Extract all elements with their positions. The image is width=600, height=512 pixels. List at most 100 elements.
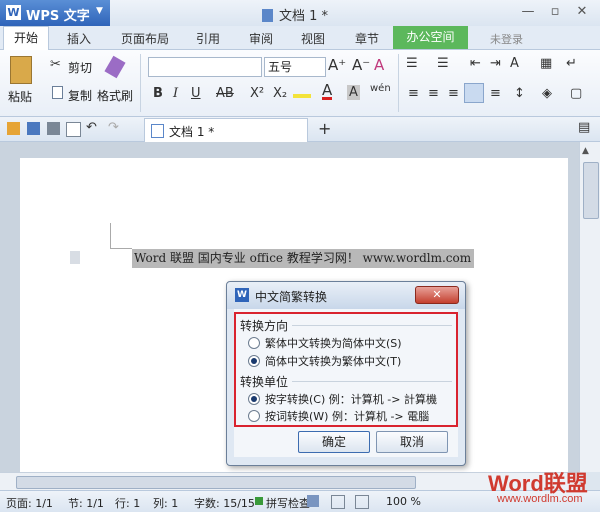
radio-convert-by-word[interactable] xyxy=(248,410,260,422)
dialog-title-bar: W 中文简繁转换 ✕ xyxy=(227,282,465,309)
bullets-icon[interactable]: ☰ xyxy=(406,56,418,71)
highlight-icon[interactable] xyxy=(293,94,311,98)
separator xyxy=(292,381,452,382)
borders-icon[interactable]: ▢ xyxy=(570,86,582,101)
horizontal-scroll-thumb[interactable] xyxy=(16,476,416,489)
line-spacing-icon[interactable]: ↕ xyxy=(514,86,525,101)
paste-button[interactable]: 粘贴 xyxy=(8,88,32,105)
copy-button[interactable]: 复制 xyxy=(68,87,92,104)
chinese-conversion-dialog: W 中文简繁转换 ✕ 转换方向 繁体中文转换为简体中文(S) 简体中文转换为繁体… xyxy=(226,281,466,466)
radio-simplified-to-traditional[interactable] xyxy=(248,355,260,367)
grow-font-icon[interactable]: A⁺ xyxy=(328,56,346,74)
ribbon: 粘贴 ✂ 剪切 复制 格式刷 五号 A⁺ A⁻ A B I U AB X² X₂… xyxy=(0,50,600,117)
bold-button[interactable]: B xyxy=(153,86,163,101)
save-icon[interactable] xyxy=(27,122,40,135)
watermark-url: www.wordlm.com xyxy=(497,493,583,505)
document-tab-label: 文档 1 * xyxy=(169,125,215,139)
scissors-icon: ✂ xyxy=(50,57,61,72)
window-title-text: 文档 1 * xyxy=(279,9,329,24)
strikethrough-button[interactable]: AB xyxy=(216,86,234,101)
tab-sections[interactable]: 章节 xyxy=(355,30,379,47)
cancel-button[interactable]: 取消 xyxy=(376,431,448,453)
window-title: 文档 1 * xyxy=(262,5,328,24)
align-center-icon[interactable]: ≡ xyxy=(428,86,439,101)
chinese-layout-icon[interactable]: ▦ xyxy=(540,56,552,71)
char-shading-icon[interactable]: A xyxy=(347,85,360,100)
numbering-icon[interactable]: ☰ xyxy=(437,56,449,71)
option-traditional-to-simplified[interactable]: 繁体中文转换为简体中文(S) xyxy=(265,335,402,351)
page-view-icon[interactable] xyxy=(307,495,319,507)
align-right-icon[interactable]: ≡ xyxy=(448,86,459,101)
option-convert-by-word[interactable]: 按词转换(W) 例：计算机 -> 電腦 xyxy=(265,408,429,424)
scroll-thumb[interactable] xyxy=(583,162,599,219)
distributed-icon[interactable]: ≡ xyxy=(490,86,501,101)
ok-button[interactable]: 确定 xyxy=(298,431,370,453)
app-name: WPS 文字 xyxy=(26,9,90,24)
shrink-font-icon[interactable]: A⁻ xyxy=(352,56,370,74)
spell-check-status[interactable]: 拼写检查 xyxy=(266,495,310,511)
tab-insert[interactable]: 插入 xyxy=(67,30,91,47)
option-simplified-to-traditional[interactable]: 简体中文转换为繁体中文(T) xyxy=(265,353,401,369)
chevron-down-icon: ▼ xyxy=(96,6,103,16)
tab-options-icon[interactable]: ▤ xyxy=(578,120,590,135)
scroll-up-icon[interactable]: ▲ xyxy=(582,146,589,156)
show-marks-icon[interactable]: ↵ xyxy=(566,56,577,71)
tab-view[interactable]: 视图 xyxy=(301,30,325,47)
clear-format-icon[interactable]: A xyxy=(374,56,384,74)
status-word-count: 字数: 15/15 xyxy=(194,497,255,510)
print-preview-icon[interactable] xyxy=(66,122,81,137)
new-tab-button[interactable]: + xyxy=(318,119,331,138)
vertical-scrollbar[interactable]: ▲ xyxy=(579,142,600,472)
status-section: 节: 1/1 xyxy=(68,497,104,510)
shading-icon[interactable]: ◈ xyxy=(542,86,552,101)
font-color-icon[interactable]: A xyxy=(322,83,333,100)
undo-icon[interactable]: ↶ xyxy=(86,120,97,135)
dialog-close-button[interactable]: ✕ xyxy=(415,286,459,304)
italic-button[interactable]: I xyxy=(173,86,178,101)
phonetic-guide-icon[interactable]: wén xyxy=(370,83,391,94)
group-direction-label: 转换方向 xyxy=(240,319,289,333)
group-unit-label: 转换单位 xyxy=(240,375,289,389)
outline-view-icon[interactable] xyxy=(331,495,345,509)
justify-button[interactable] xyxy=(464,83,484,103)
radio-convert-by-char[interactable] xyxy=(248,393,260,405)
decrease-indent-icon[interactable]: ⇤ xyxy=(470,56,481,71)
restore-button[interactable]: ▫ xyxy=(545,3,565,21)
dialog-title: 中文简繁转换 xyxy=(255,290,328,304)
align-left-icon[interactable]: ≡ xyxy=(408,86,419,101)
tab-references[interactable]: 引用 xyxy=(196,30,220,47)
print-icon[interactable] xyxy=(47,122,60,135)
app-menu-button[interactable]: W WPS 文字 ▼ xyxy=(0,0,110,26)
tab-office-space[interactable]: 办公空间 xyxy=(393,26,468,49)
tab-review[interactable]: 审阅 xyxy=(249,30,273,47)
close-button[interactable]: ✕ xyxy=(572,3,592,21)
separator xyxy=(292,325,452,326)
tab-page-layout[interactable]: 页面布局 xyxy=(121,30,169,47)
zoom-level[interactable]: 100 % xyxy=(386,495,421,508)
radio-traditional-to-simplified[interactable] xyxy=(248,337,260,349)
font-name-select[interactable] xyxy=(148,57,262,77)
wps-logo-icon: W xyxy=(235,288,249,302)
increase-indent-icon[interactable]: ⇥ xyxy=(490,56,501,71)
separator xyxy=(398,54,399,112)
redo-icon[interactable]: ↷ xyxy=(108,120,119,135)
paragraph-icon xyxy=(70,251,80,264)
web-view-icon[interactable] xyxy=(355,495,369,509)
wps-logo-icon: W xyxy=(6,5,21,20)
text-direction-icon[interactable]: A xyxy=(510,56,519,71)
document-tab[interactable]: 文档 1 * xyxy=(144,118,308,142)
login-link[interactable]: 未登录 xyxy=(490,31,523,47)
title-bar: W WPS 文字 ▼ 文档 1 * — ▫ ✕ xyxy=(0,0,600,26)
font-size-select[interactable]: 五号 xyxy=(264,57,326,77)
cut-button[interactable]: 剪切 xyxy=(68,59,92,76)
subscript-button[interactable]: X₂ xyxy=(273,86,287,101)
format-painter-button[interactable]: 格式刷 xyxy=(97,87,133,104)
underline-button[interactable]: U xyxy=(191,86,201,101)
selected-document-text[interactable]: Word 联盟 国内专业 office 教程学习网！ www.wordlm.co… xyxy=(132,249,474,268)
tab-home[interactable]: 开始 xyxy=(3,26,49,50)
paste-icon xyxy=(10,56,32,84)
superscript-button[interactable]: X² xyxy=(250,86,264,101)
minimize-button[interactable]: — xyxy=(518,3,538,21)
option-convert-by-char[interactable]: 按字转换(C) 例：计算机 -> 計算機 xyxy=(265,391,437,407)
open-icon[interactable] xyxy=(7,122,20,135)
